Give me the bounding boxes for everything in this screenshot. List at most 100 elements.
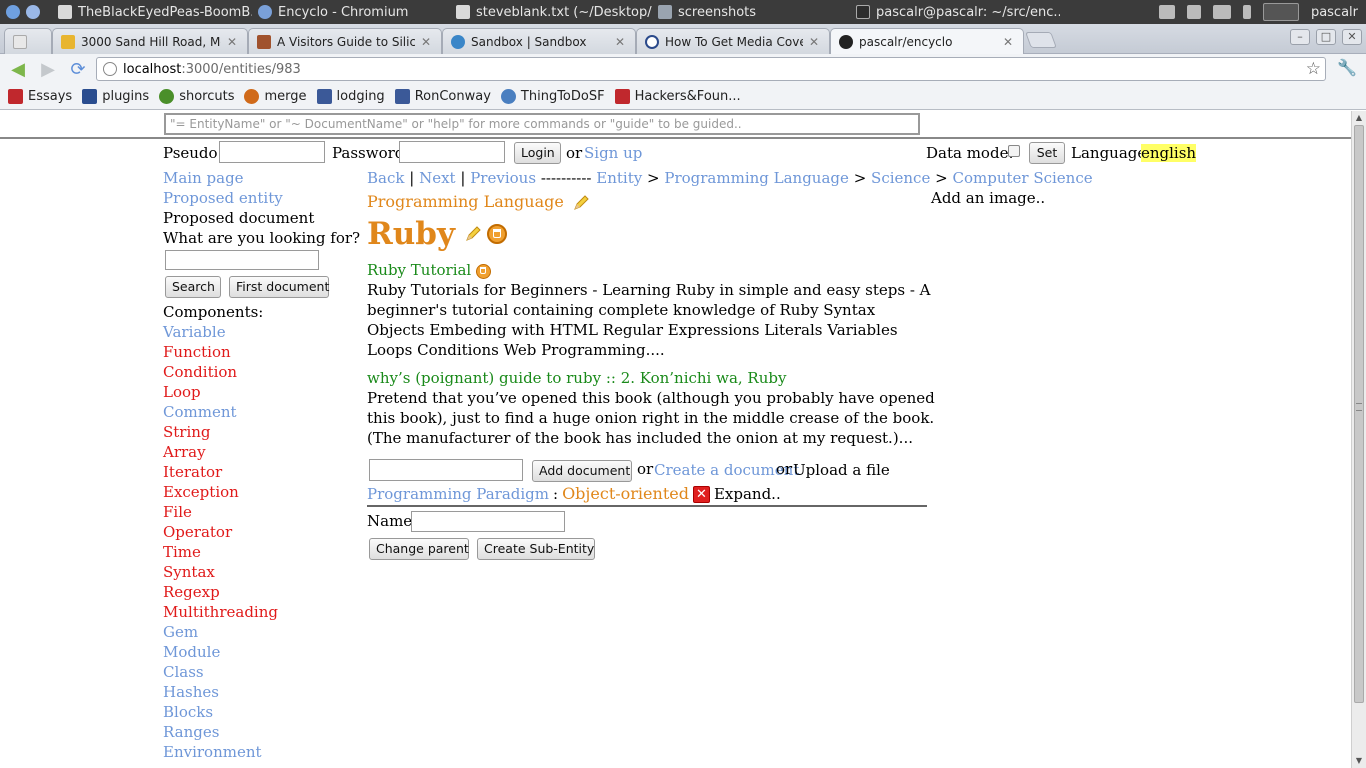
scroll-up-arrow-icon[interactable]: ▲ [1352,111,1366,125]
close-window-button[interactable]: ✕ [1342,29,1362,45]
document-link[interactable]: Ruby Tutorial [367,261,471,279]
paradigm-value[interactable]: Object-oriented [562,484,689,504]
workspace-switcher-icon[interactable] [1262,3,1299,21]
language-value[interactable]: english [1141,144,1197,162]
signup-link[interactable]: Sign up [584,144,642,162]
wrench-menu-icon[interactable]: 🔧 [1337,58,1357,78]
edit-pencil-icon[interactable] [465,226,481,242]
sidebar-component-link[interactable]: Condition [163,362,353,382]
tab-blank[interactable] [4,28,52,54]
sidebar-component-link[interactable]: Exception [163,482,353,502]
password-input[interactable] [399,141,505,163]
bookmark-item[interactable]: RonConway [394,89,491,104]
sidebar-component-link[interactable]: Regexp [163,582,353,602]
next-link[interactable]: Next [419,169,456,187]
expand-link[interactable]: Expand.. [714,484,781,504]
sidebar-component-link[interactable]: Blocks [163,702,353,722]
breadcrumb-science[interactable]: Science [871,169,930,187]
sidebar-component-link[interactable]: Ranges [163,722,353,742]
browser-tab[interactable]: How To Get Media Coverage ✕ [636,28,830,54]
close-tab-icon[interactable]: ✕ [807,35,821,49]
sidebar-component-link[interactable]: Comment [163,402,353,422]
sidebar-component-link[interactable]: Module [163,642,353,662]
delete-trash-icon[interactable] [476,263,492,279]
bookmark-item[interactable]: shorcuts [159,89,234,104]
bookmark-item[interactable]: Essays [8,89,72,104]
sidebar-component-link[interactable]: Environment [163,742,353,762]
sidebar-component-link[interactable]: String [163,422,353,442]
sidebar-component-link[interactable]: Hashes [163,682,353,702]
browser-tab-active[interactable]: pascalr/encyclo ✕ [830,28,1024,54]
sidebar-component-link[interactable]: Function [163,342,353,362]
taskbar-item[interactable]: TheBlackEyedPeas-BoomB... [52,0,252,24]
back-link[interactable]: Back [367,169,404,187]
os-menu[interactable] [0,0,52,24]
battery-icon[interactable] [1242,5,1251,19]
back-arrow-icon[interactable]: ◀ [6,57,30,81]
browser-tab[interactable]: Sandbox | Sandbox ✕ [442,28,636,54]
first-document-button[interactable]: First document [229,276,329,298]
taskbar-item[interactable]: screenshots [652,0,850,24]
edit-pencil-icon[interactable] [573,194,589,211]
add-image-link[interactable]: Add an image.. [931,189,1045,207]
previous-link[interactable]: Previous [470,169,536,187]
close-tab-icon[interactable]: ✕ [225,35,239,49]
sidebar-component-link[interactable]: Iterator [163,462,353,482]
user-name[interactable]: pascalr [1311,5,1358,20]
scrollbar-thumb[interactable] [1354,125,1364,703]
sidebar-component-link[interactable]: Gem [163,622,353,642]
mail-icon[interactable] [1158,5,1175,19]
breadcrumb-programming-language[interactable]: Programming Language [664,169,849,187]
bookmark-item[interactable]: plugins [82,89,149,104]
breadcrumb-computer-science[interactable]: Computer Science [952,169,1092,187]
breadcrumb-entity[interactable]: Entity [596,169,642,187]
bookmark-item[interactable]: merge [244,89,307,104]
page-info-icon[interactable] [103,62,117,76]
bookmark-item[interactable]: Hackers&Foun... [614,89,741,104]
set-button[interactable]: Set [1029,142,1065,164]
search-button[interactable]: Search [165,276,221,298]
sidebar-component-link[interactable]: Syntax [163,562,353,582]
browser-tab[interactable]: A Visitors Guide to Silicon V ✕ [248,28,442,54]
close-tab-icon[interactable]: ✕ [1001,35,1015,49]
sidebar-component-link[interactable]: Variable [163,322,353,342]
scroll-down-arrow-icon[interactable]: ▼ [1352,754,1366,768]
programming-paradigm-link[interactable]: Programming Paradigm [367,484,549,504]
taskbar-item[interactable]: steveblank.txt (~/Desktop/... [450,0,652,24]
close-tab-icon[interactable]: ✕ [419,35,433,49]
create-sub-entity-button[interactable]: Create Sub-Entity [477,538,595,560]
pseudo-input[interactable] [219,141,325,163]
upload-file-text[interactable]: Upload a file [793,461,890,479]
volume-icon[interactable] [1186,5,1201,19]
sidebar-component-link[interactable]: File [163,502,353,522]
bookmark-star-icon[interactable]: ☆ [1306,59,1321,79]
entity-type-label[interactable]: Programming Language [367,192,564,211]
add-document-input[interactable] [369,459,523,481]
remove-x-icon[interactable]: ✕ [692,485,710,503]
data-mode-checkbox[interactable] [1008,145,1020,157]
sidebar-item-main-page[interactable]: Main page [163,168,353,188]
sidebar-component-link[interactable]: Array [163,442,353,462]
name-input[interactable] [411,511,565,532]
close-tab-icon[interactable]: ✕ [613,35,627,49]
login-button[interactable]: Login [514,142,561,164]
bookmark-item[interactable]: ThingToDoSF [500,89,605,104]
browser-tab[interactable]: 3000 Sand Hill Road, Menlo ✕ [52,28,248,54]
taskbar-item[interactable]: pascalr@pascalr: ~/src/enc... [850,0,1060,24]
sidebar-component-link[interactable]: Operator [163,522,353,542]
add-document-button[interactable]: Add document [532,460,632,482]
sidebar-component-link[interactable]: Time [163,542,353,562]
sidebar-component-link[interactable]: Loop [163,382,353,402]
new-tab-button[interactable] [1025,32,1057,48]
bookmark-item[interactable]: lodging [316,89,385,104]
address-bar[interactable]: localhost:3000/entities/983 ☆ [96,57,1326,81]
sidebar-search-input[interactable] [165,250,319,270]
change-parent-button[interactable]: Change parent [369,538,469,560]
taskbar-item[interactable]: Encyclo - Chromium [252,0,450,24]
forward-arrow-icon[interactable]: ▶ [36,57,60,81]
reload-icon[interactable]: ⟳ [66,57,90,81]
wifi-icon[interactable] [1212,5,1231,19]
delete-trash-icon[interactable] [487,224,507,244]
document-link[interactable]: why’s (poignant) guide to ruby :: 2. Kon… [367,369,786,387]
sidebar-component-link[interactable]: Class [163,662,353,682]
